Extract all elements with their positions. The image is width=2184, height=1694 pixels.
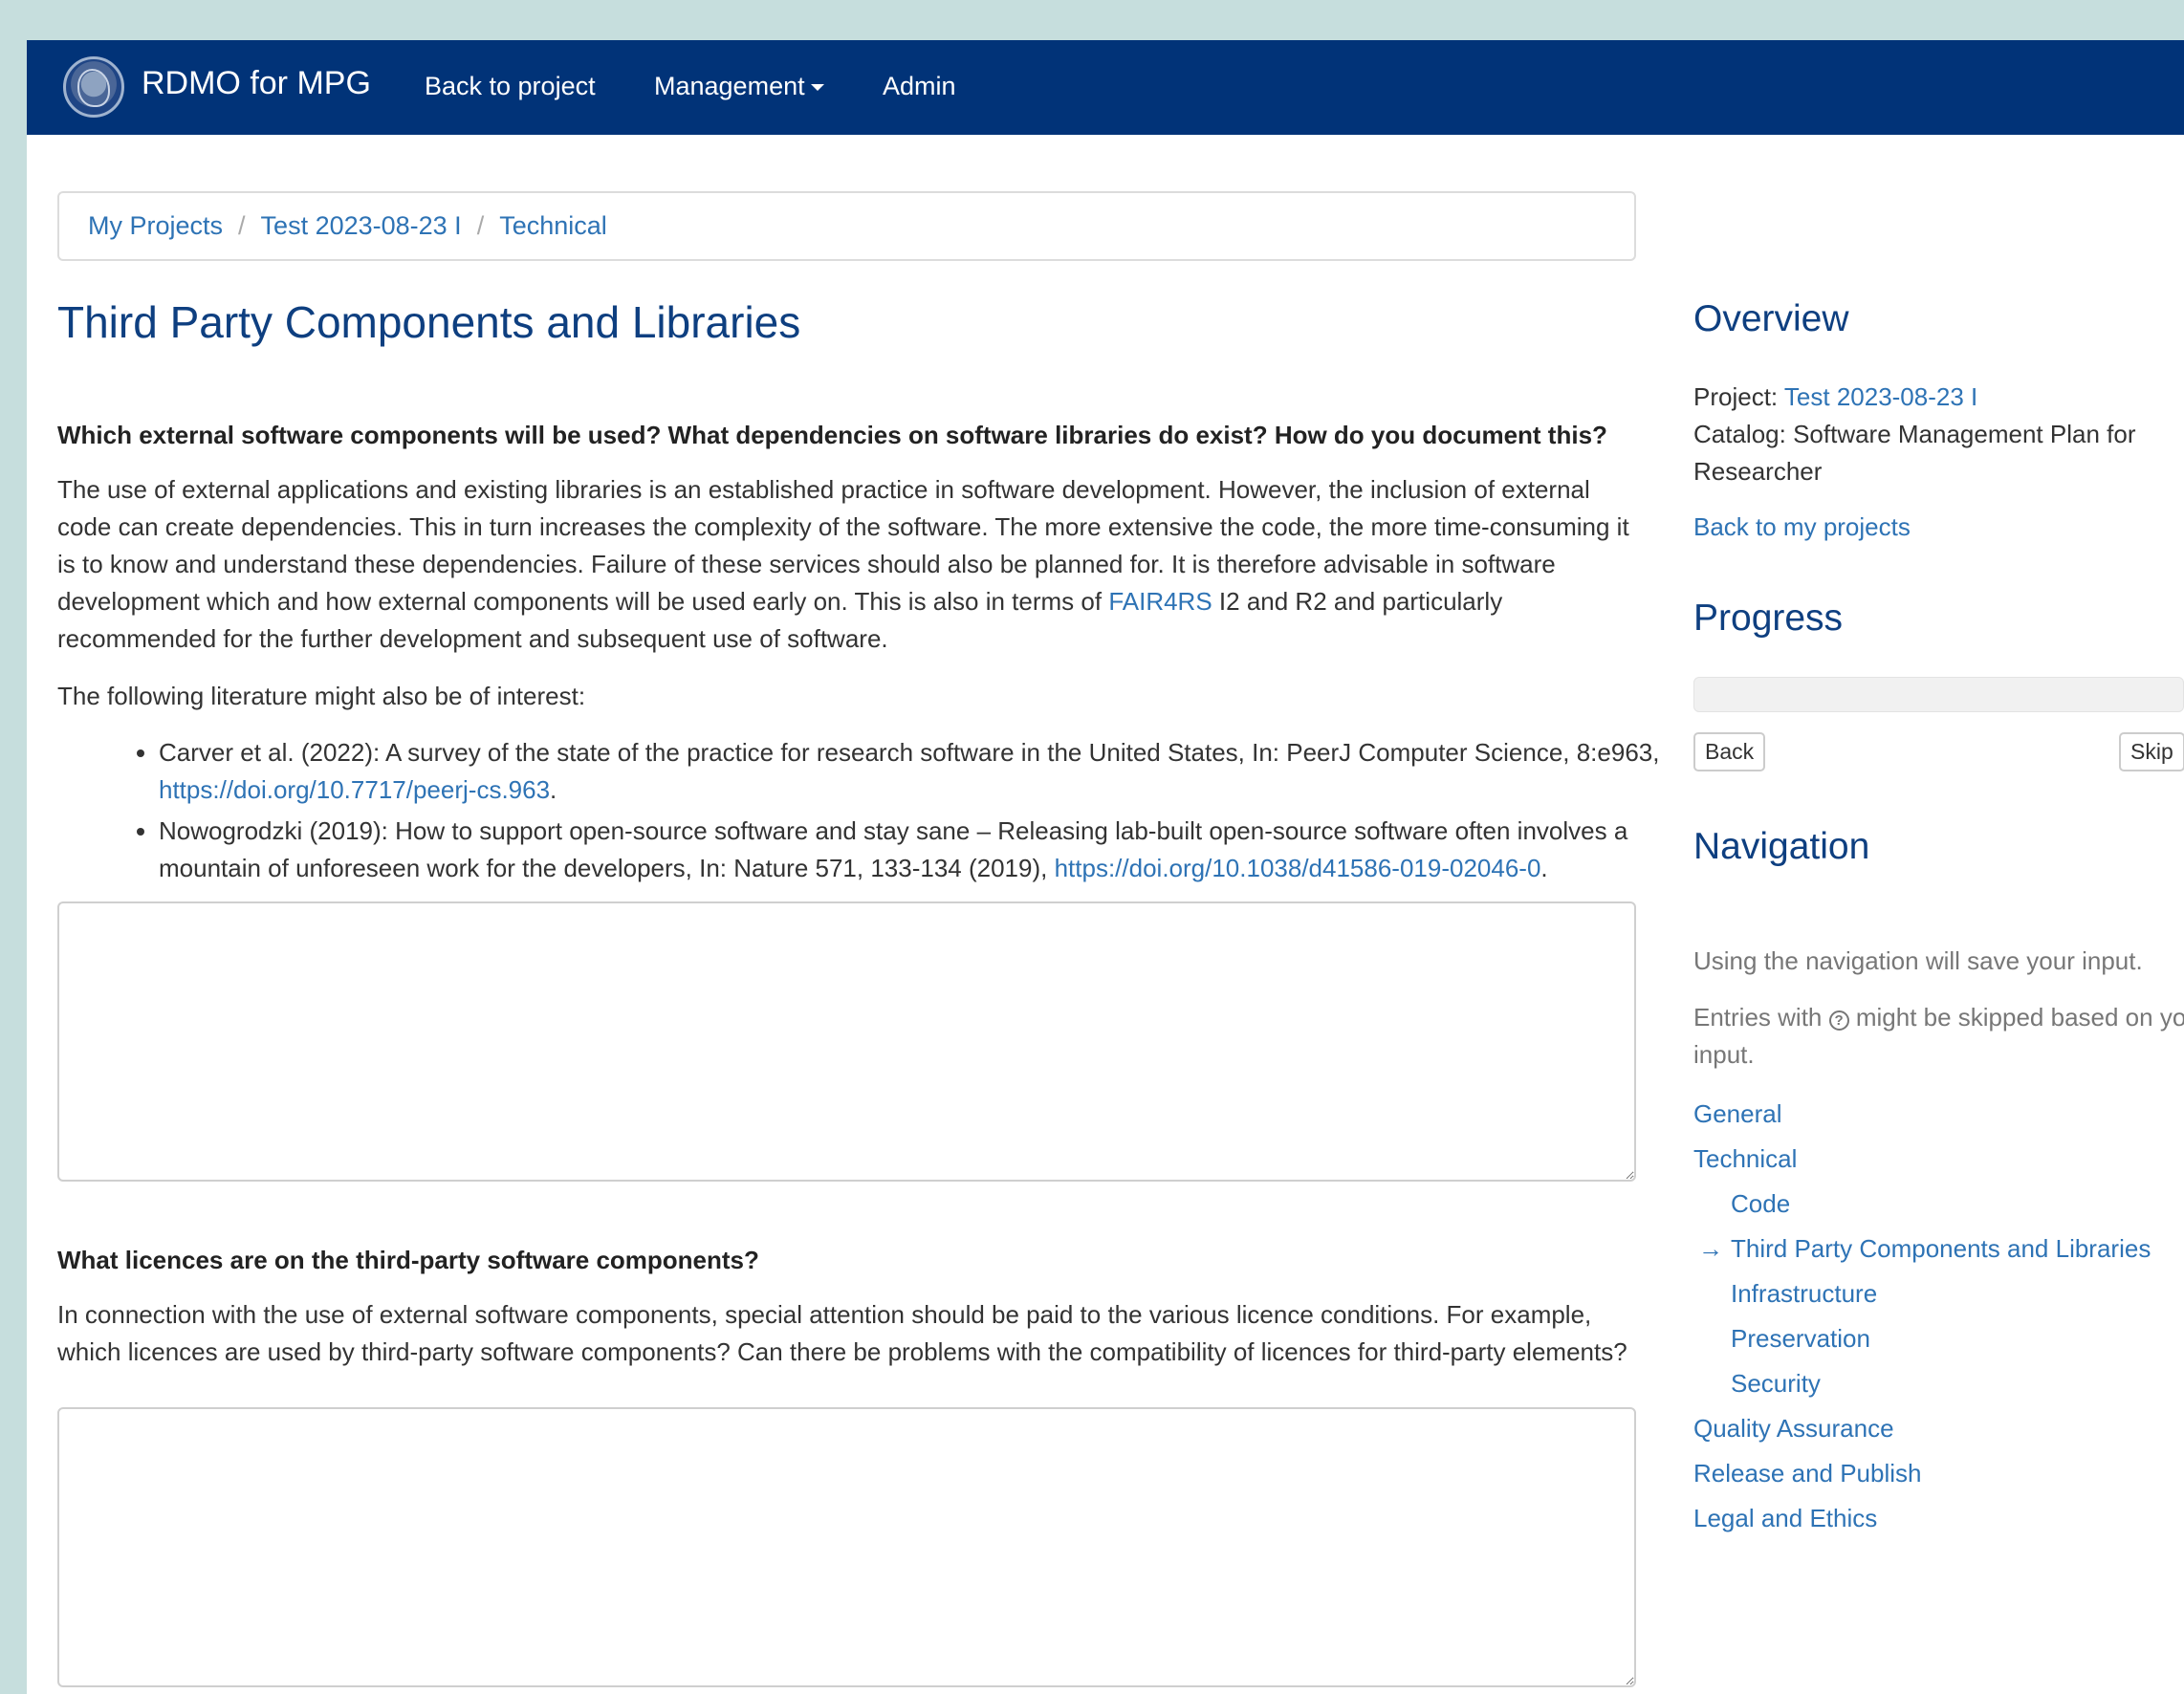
- breadcrumb-separator: /: [476, 211, 485, 240]
- overview-project-link[interactable]: Test 2023-08-23 I: [1784, 382, 1977, 411]
- caret-down-icon: [810, 84, 824, 92]
- top-navbar: RDMO for MPG Back to project Management …: [27, 40, 2184, 135]
- doi-link[interactable]: https://doi.org/10.1038/d41586-019-02046…: [1055, 854, 1541, 882]
- current-arrow-icon: →: [1698, 1234, 1723, 1263]
- nav-item-security[interactable]: Security: [1731, 1369, 1821, 1399]
- breadcrumb-section[interactable]: Technical: [499, 211, 607, 240]
- navigation-info: Using the navigation will save your inpu…: [1693, 946, 2143, 975]
- overview-text: Project: Test 2023-08-23 I Catalog: Soft…: [1693, 379, 2184, 546]
- nav-item-infrastructure[interactable]: Infrastructure: [1731, 1279, 1877, 1309]
- skip-button[interactable]: Skip: [2119, 732, 2184, 771]
- doi-link[interactable]: https://doi.org/10.7717/peerj-cs.963: [159, 775, 550, 804]
- page-title: Third Party Components and Libraries: [57, 297, 801, 347]
- nav-item-third-party[interactable]: Third Party Components and Libraries: [1731, 1234, 2151, 1264]
- back-to-my-projects-link[interactable]: Back to my projects: [1693, 512, 1911, 541]
- answer-textarea-licences[interactable]: [57, 1407, 1636, 1687]
- progress-heading: Progress: [1693, 597, 1844, 639]
- question-help-text: In connection with the use of external s…: [57, 1300, 1627, 1366]
- nav-item-general[interactable]: General: [1693, 1099, 1782, 1129]
- navigation-skip-info: Entries with ? might be skipped based on…: [1693, 999, 2184, 1074]
- progress-bar: [1693, 677, 2184, 712]
- question-circle-icon: ?: [1828, 1010, 1849, 1031]
- literature-item: Carver et al. (2022): A survey of the st…: [159, 734, 1698, 809]
- question-label: What licences are on the third-party sof…: [57, 1246, 759, 1274]
- literature-punct: .: [550, 775, 557, 804]
- nav-item-quality-assurance[interactable]: Quality Assurance: [1693, 1414, 1894, 1444]
- project-label: Project:: [1693, 382, 1784, 411]
- nav-item-preservation[interactable]: Preservation: [1731, 1324, 1870, 1354]
- management-label: Management: [654, 72, 805, 100]
- question-help-text: The use of external applications and exi…: [57, 471, 1645, 658]
- breadcrumb: My Projects / Test 2023-08-23 I / Technical: [57, 191, 1636, 261]
- nav-item-code[interactable]: Code: [1731, 1189, 1790, 1219]
- literature-intro: The following literature might also be o…: [57, 682, 586, 710]
- mpg-logo-icon[interactable]: [63, 56, 124, 118]
- back-to-project-link[interactable]: Back to project: [425, 72, 596, 101]
- overview-heading: Overview: [1693, 298, 1849, 339]
- nav-item-release-publish[interactable]: Release and Publish: [1693, 1459, 1922, 1488]
- nav-item-technical[interactable]: Technical: [1693, 1144, 1797, 1174]
- question-label: Which external software components will …: [57, 421, 1607, 449]
- nav-item-legal-ethics[interactable]: Legal and Ethics: [1693, 1504, 1877, 1533]
- overview-catalog: Catalog: Software Management Plan for Re…: [1693, 420, 2136, 486]
- answer-textarea-dependencies[interactable]: [57, 901, 1636, 1182]
- management-menu[interactable]: Management: [654, 72, 824, 101]
- navigation-heading: Navigation: [1693, 826, 1870, 867]
- literature-text: Carver et al. (2022): A survey of the st…: [159, 738, 1660, 767]
- breadcrumb-project[interactable]: Test 2023-08-23 I: [261, 211, 462, 240]
- app-window: RDMO for MPG Back to project Management …: [27, 40, 2184, 1694]
- back-button[interactable]: Back: [1693, 732, 1766, 771]
- fair4rs-link[interactable]: FAIR4RS: [1108, 587, 1212, 616]
- admin-link[interactable]: Admin: [883, 72, 956, 101]
- overview-project: Project: Test 2023-08-23 I: [1693, 379, 2184, 416]
- brand-name[interactable]: RDMO for MPG: [142, 65, 371, 102]
- literature-punct: .: [1540, 854, 1548, 882]
- breadcrumb-separator: /: [238, 211, 246, 240]
- skip-info-text: Entries with: [1693, 1003, 1829, 1032]
- breadcrumb-my-projects[interactable]: My Projects: [88, 211, 223, 240]
- literature-item: Nowogrodzki (2019): How to support open-…: [159, 813, 1698, 887]
- literature-list: Carver et al. (2022): A survey of the st…: [103, 734, 1698, 891]
